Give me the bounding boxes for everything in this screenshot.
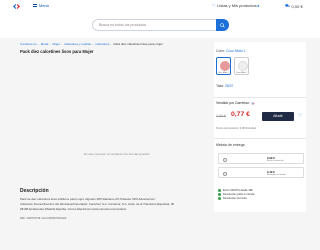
check-icon: [218, 189, 221, 192]
lists-link[interactable]: ♡ Listas y Mis productos: [212, 3, 257, 8]
description-text: 28108 Alcobendas (Madrid) España. Correo…: [20, 207, 127, 211]
add-to-cart-button[interactable]: Añadir: [262, 112, 294, 121]
divider: [214, 138, 306, 139]
description-text: Pack de diez calcetines lisos tobilleros…: [20, 197, 156, 201]
menu-button[interactable]: Menú: [33, 3, 49, 8]
carrefour-small-icon: [251, 101, 255, 105]
swatch-color: [219, 60, 230, 71]
carrefour-logo[interactable]: [12, 3, 21, 10]
search-input[interactable]: Busca en todos los productos: [99, 23, 146, 27]
account-icon[interactable]: ●: [257, 3, 259, 8]
heart-icon[interactable]: ♡: [298, 113, 302, 119]
swatch-label: Coco Mixto 2: [236, 72, 247, 74]
swatch-label: Coco Mixto 1: [218, 72, 229, 74]
check-icon: [218, 193, 221, 196]
shipping-option[interactable]: 2,49 € Recogida en tienda: [218, 167, 304, 178]
feature-item: Envío GRATIS desde 49€: [218, 189, 253, 192]
search-icon: [219, 23, 225, 28]
check-icon: [218, 197, 221, 200]
size-value[interactable]: 35/37: [225, 84, 234, 88]
breadcrumb-item[interactable]: Carrefour.es: [20, 42, 37, 46]
swatch-coco-mixto-2[interactable]: Coco Mixto 2: [234, 57, 249, 75]
menu-label: Menú: [39, 3, 50, 8]
swatch-color: [237, 60, 248, 71]
radio-button[interactable]: [223, 171, 227, 176]
no-image-note: En este momento no contamos con foto del…: [84, 152, 150, 156]
unit-price: Precio del producto: 0,08 €/Unidad: [216, 127, 256, 130]
breadcrumb: Carrefour.es› Moda› Mujer› Calcetines y …: [20, 42, 163, 46]
lists-label: Listas y Mis productos: [217, 3, 257, 8]
breadcrumb-current: Pack diez calcetines lisos para mujer: [113, 42, 163, 46]
product-title: Pack diez calcetines lisos para Mujer: [20, 49, 94, 54]
description-title: Descripción: [20, 188, 49, 194]
sale-price: 0,77 €: [231, 111, 250, 118]
delivery-method-title: Método de entrega: [216, 143, 245, 147]
radio-button[interactable]: [223, 157, 227, 162]
shipping-label: Envío a domicilio: [267, 159, 284, 162]
feature-item: Devolución gratis en tienda: [218, 193, 254, 196]
old-price: 3,99 €: [216, 114, 226, 118]
shipping-label: Recogida en tienda: [267, 173, 286, 176]
sold-by: Vendido por Carrefour: [216, 101, 255, 105]
search-bar[interactable]: Busca en todos los productos: [92, 19, 229, 32]
search-button[interactable]: [215, 19, 229, 32]
color-value: Coco Mixto 1: [226, 49, 246, 53]
description-text: Indicación Fuera-Dirección del fabricant…: [20, 202, 175, 206]
hamburger-icon: [33, 4, 37, 7]
cart-button[interactable]: ⛟ 0,00 €: [285, 3, 303, 9]
feature-item: Devolución sin límite: [218, 197, 247, 200]
color-selector-label: Color: Coco Mixto 1: [216, 49, 246, 53]
shipping-option[interactable]: 2,99 € Envío a domicilio: [218, 153, 304, 164]
product-reference: REF: 4480570708 / EAN 8435579001929: [20, 217, 67, 220]
heart-icon: ♡: [212, 3, 216, 8]
swatch-coco-mixto-1[interactable]: Coco Mixto 1: [216, 57, 231, 75]
size-label: Talla: 35/37: [216, 84, 234, 88]
divider: [214, 97, 306, 98]
breadcrumb-item[interactable]: Moda: [41, 42, 49, 46]
cart-icon: ⛟: [285, 3, 291, 8]
cart-total: 0,00 €: [291, 3, 303, 9]
header: Menú ♡ Listas y Mis productos ● ⛟ 0,00 €…: [0, 0, 320, 38]
breadcrumb-item[interactable]: Calcetines y medias: [64, 42, 91, 46]
breadcrumb-item[interactable]: Mujer: [52, 42, 60, 46]
breadcrumb-item[interactable]: Calcetines: [95, 42, 109, 46]
